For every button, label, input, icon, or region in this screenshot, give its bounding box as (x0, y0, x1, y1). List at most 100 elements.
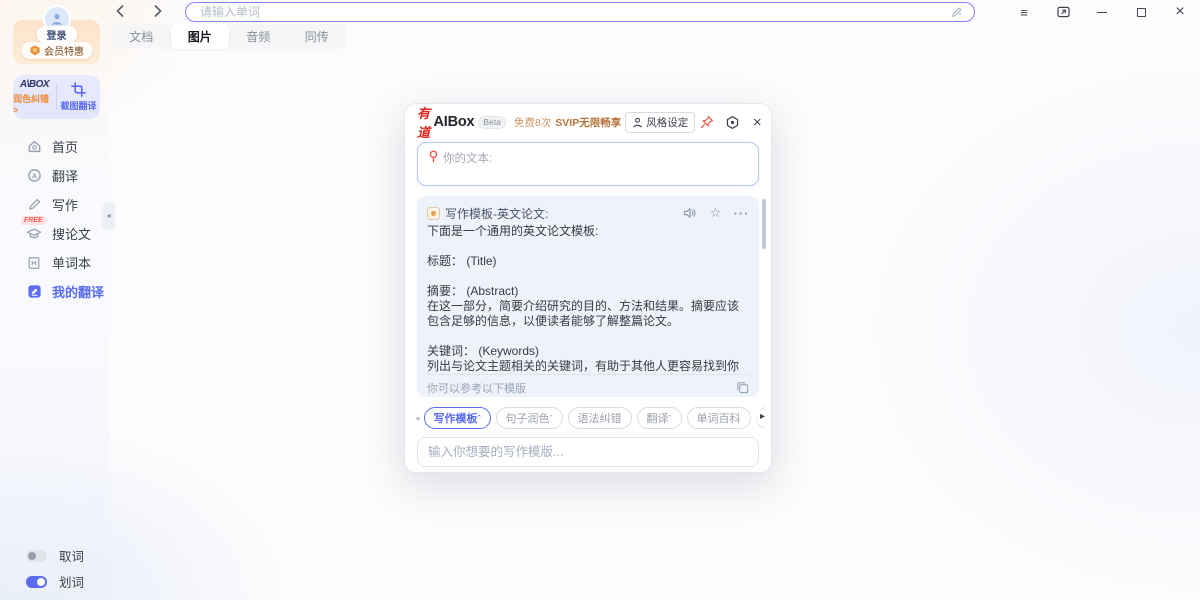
result-title-row: 写作模板-英文论文: ☆ ··· (427, 202, 749, 224)
template-icon (427, 207, 440, 220)
dialog-scrollbar-thumb[interactable] (762, 199, 766, 249)
sidebar-item-label: 写作 (52, 195, 78, 214)
style-settings-button[interactable]: 风格设定 (625, 112, 695, 133)
tab-label: 音频 (246, 28, 270, 45)
style-settings-label: 风格设定 (646, 115, 688, 130)
result-line (427, 269, 749, 284)
close-window-button[interactable]: × (1172, 4, 1188, 20)
chip-label: 翻译 (647, 413, 669, 425)
chevron-right-icon (154, 5, 162, 17)
tab-interpretation[interactable]: 同传 (288, 24, 347, 49)
sidebar-item-translate[interactable]: A 翻译 (0, 161, 110, 190)
source-text-placeholder: 你的文本: (443, 150, 492, 166)
word-capture-toggle[interactable] (26, 550, 47, 562)
member-badge-icon (29, 45, 40, 56)
graduation-cap-icon (26, 226, 42, 242)
chips-scroll-left-button[interactable]: ◂ (415, 413, 420, 424)
aibox-logo: A\BOX (20, 79, 49, 90)
result-line (427, 239, 749, 254)
screenshot-translate-label: 截图翻译 (60, 99, 96, 112)
person-icon (632, 117, 643, 128)
svip-upsell-link[interactable]: SVIP无限畅享 (555, 115, 621, 130)
close-dialog-button[interactable]: × (749, 114, 765, 130)
aibox-title: AIBox (434, 114, 475, 130)
word-select-label: 划词 (59, 572, 84, 591)
star-icon: ☆ (710, 205, 722, 221)
member-offer-label: 会员特惠 (44, 43, 84, 58)
mode-tabs: 文档 图片 音频 同传 (112, 24, 346, 49)
word-capture-label: 取词 (59, 546, 84, 565)
aibox-shortcut-card: A\BOX 润色纠错 > 截图翻译 (13, 75, 100, 119)
login-button[interactable]: 登录 (37, 26, 77, 43)
source-text-input[interactable]: 你的文本: (417, 142, 759, 186)
template-prompt-bar (417, 437, 759, 467)
chevron-left-icon: ◂ (106, 211, 110, 220)
chip-word-encyclopedia[interactable]: 单词百科 (687, 407, 751, 429)
member-offer-button[interactable]: 会员特惠 (21, 42, 92, 59)
result-line: 摘要： (Abstract) (427, 284, 749, 299)
favorite-button[interactable]: ☆ (708, 206, 723, 221)
result-line: 关键词： (Keywords) (427, 344, 749, 359)
topbar: ≡ × (0, 0, 1200, 24)
sidebar-collapse-handle[interactable]: ◂ (103, 203, 114, 228)
user-card: 登录 会员特惠 (13, 20, 100, 64)
search-bar (185, 2, 975, 22)
chip-sentence-polish[interactable]: 句子润色ˆ (496, 407, 563, 429)
result-content: 下面是一个通用的英文论文模板: 标题： (Title) 摘要： (Abstrac… (427, 224, 749, 374)
copy-icon (736, 381, 749, 394)
chip-grammar-check[interactable]: 语法纠错 (568, 407, 632, 429)
result-card: 写作模板-英文论文: ☆ ··· 下面是一个通用的英文论文模板: 标题： (Ti… (417, 196, 759, 397)
feature-chips-row: ◂ 写作模板ˆ 句子润色ˆ 语法纠错 翻译ˆ 单词百科 论文去重 ▸ (415, 407, 765, 429)
mini-window-button[interactable] (1055, 4, 1071, 20)
chip-writing-template[interactable]: 写作模板ˆ (424, 407, 491, 429)
screenshot-translate-shortcut[interactable]: 截图翻译 (57, 75, 100, 119)
result-line: 下面是一个通用的英文论文模板: (427, 224, 749, 239)
result-title: 写作模板-英文论文: (445, 205, 548, 222)
tab-label: 文档 (129, 28, 153, 45)
tab-documents[interactable]: 文档 (112, 24, 171, 49)
sidebar-item-wordbook[interactable]: 单词本 (0, 248, 110, 277)
arrow-left-small-icon: ◂ (415, 413, 420, 423)
translate-icon: A (26, 168, 42, 184)
template-prompt-input[interactable] (428, 445, 748, 459)
dialog-header-icons: × (699, 114, 765, 130)
youdao-logo: 有道 (417, 103, 430, 141)
sidebar-item-papers[interactable]: FREE 搜论文 (0, 219, 110, 248)
home-icon (26, 139, 42, 155)
sidebar-item-label: 翻译 (52, 166, 78, 185)
chip-translate[interactable]: 翻译ˆ (637, 407, 682, 429)
back-button[interactable] (112, 3, 128, 19)
maximize-button[interactable] (1133, 4, 1149, 20)
forward-button[interactable] (150, 3, 166, 19)
gear-icon (725, 115, 740, 130)
chips-scroll-right-button[interactable]: ▸ (758, 410, 767, 423)
sidebar-item-home[interactable]: 首页 (0, 132, 110, 161)
sidebar-item-writing[interactable]: 写作 (0, 190, 110, 219)
copy-button[interactable] (736, 381, 749, 394)
sidebar-item-my-translations[interactable]: 我的翻译 (0, 277, 110, 306)
sidebar-item-label: 单词本 (52, 253, 91, 272)
settings-button[interactable] (724, 114, 740, 130)
word-select-toggle[interactable] (26, 576, 47, 588)
mini-window-icon (1057, 6, 1070, 18)
ellipsis-icon: ··· (734, 206, 750, 221)
svg-text:A: A (31, 171, 37, 180)
sidebar: 登录 会员特惠 A\BOX 润色纠错 > 截图翻译 首页 (0, 0, 110, 600)
pencil-icon[interactable] (950, 5, 964, 19)
pen-icon (26, 197, 42, 213)
pin-button[interactable] (699, 114, 715, 130)
result-actions: ☆ ··· (682, 206, 749, 221)
aibox-polish-shortcut[interactable]: A\BOX 润色纠错 > (13, 75, 56, 119)
sidebar-item-label: 搜论文 (52, 224, 91, 243)
more-button[interactable]: ··· (734, 206, 749, 221)
search-input[interactable] (200, 5, 950, 19)
tab-audio[interactable]: 音频 (229, 24, 288, 49)
minimize-button[interactable] (1094, 4, 1110, 20)
speaker-button[interactable] (682, 206, 697, 221)
history-nav (112, 3, 166, 19)
menu-button[interactable]: ≡ (1016, 4, 1032, 20)
speaker-icon (683, 207, 697, 219)
chevron-left-icon (116, 5, 124, 17)
aibox-dialog: 有道 AIBox Beta 免费8次 SVIP无限畅享 风格设定 × 你的文本:… (404, 103, 772, 473)
tab-images[interactable]: 图片 (171, 24, 230, 49)
